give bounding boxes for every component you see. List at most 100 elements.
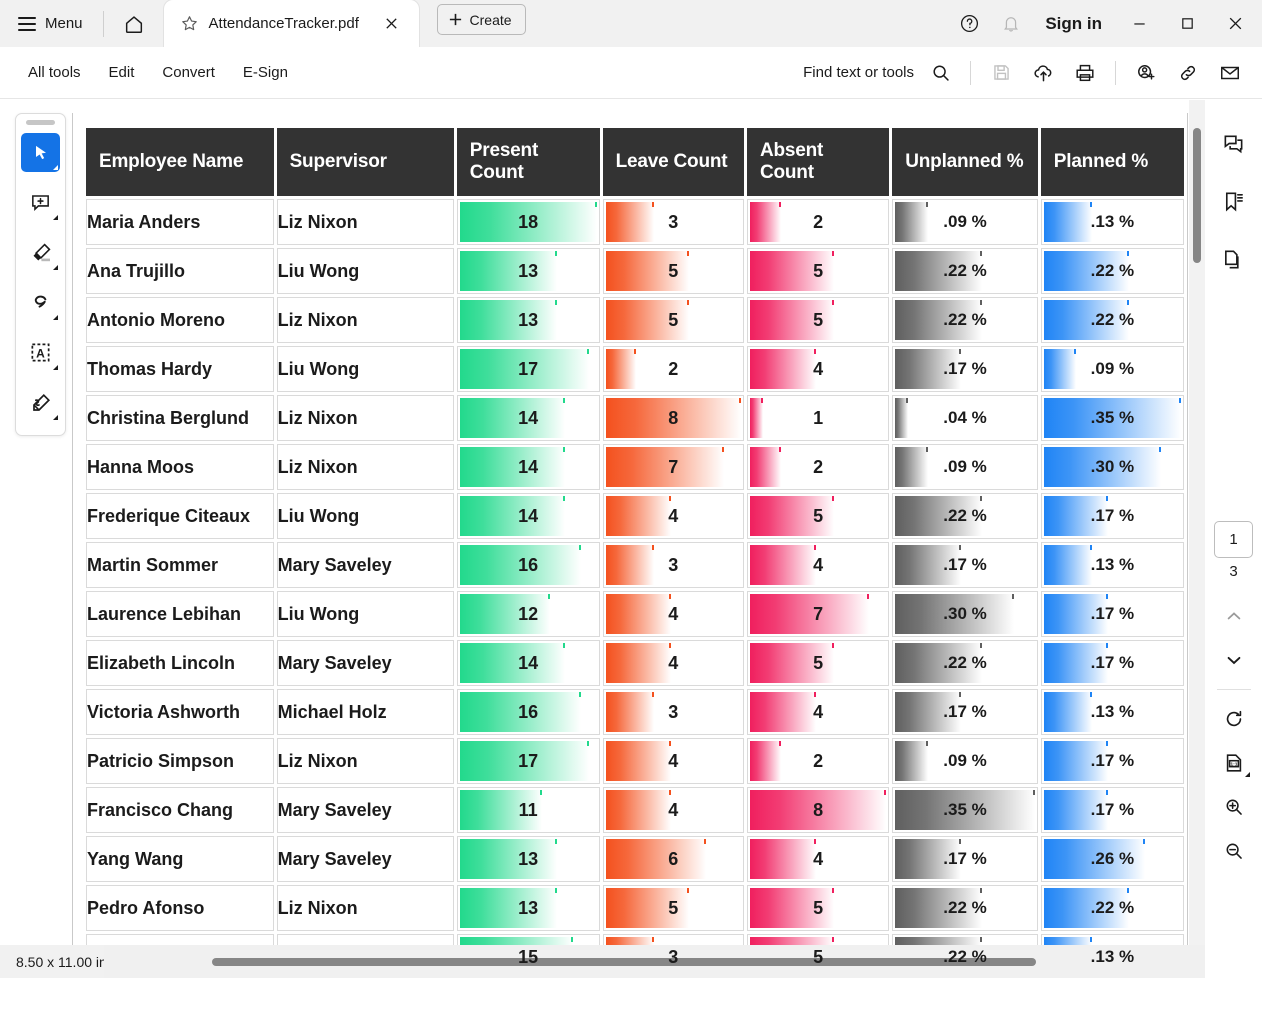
- copy-link-button[interactable]: [1168, 53, 1208, 93]
- zoom-out-button[interactable]: [1212, 829, 1256, 873]
- right-toolbar: 1 3 1:1: [1205, 113, 1262, 1011]
- data-bar-tick: [831, 643, 834, 648]
- email-button[interactable]: [1210, 53, 1250, 93]
- data-bar-tick: [1142, 839, 1145, 844]
- value-leave: 5: [668, 897, 679, 918]
- menu-convert[interactable]: Convert: [148, 57, 229, 88]
- col-absent-count[interactable]: Absent Count: [746, 128, 890, 196]
- table-row: Francisco Chang Mary Saveley 11 4 8 .35 % .17 …: [86, 787, 1184, 833]
- data-bar-tick: [761, 398, 764, 403]
- star-icon[interactable]: [180, 14, 199, 33]
- cell-employee-name: Francisco Chang: [86, 787, 274, 833]
- col-employee-name[interactable]: Employee Name: [86, 128, 274, 196]
- cell-absent: 2: [746, 444, 890, 490]
- cell-planned: .13 %: [1040, 689, 1184, 735]
- col-present-count[interactable]: Present Count: [456, 128, 600, 196]
- cell-absent: 8: [746, 787, 890, 833]
- previous-page-button[interactable]: [1212, 594, 1256, 638]
- cell-leave: 8: [602, 395, 744, 441]
- menu-edit[interactable]: Edit: [95, 57, 149, 88]
- print-button[interactable]: [1065, 53, 1105, 93]
- text-box-tool[interactable]: A: [21, 333, 60, 372]
- find-text-label[interactable]: Find text or tools: [803, 64, 914, 81]
- menu-all-tools[interactable]: All tools: [14, 57, 95, 88]
- toolbar-drag-handle[interactable]: [26, 120, 55, 125]
- comment-tool[interactable]: [21, 183, 60, 222]
- value-leave: 3: [668, 554, 679, 575]
- data-bar-tick: [958, 349, 961, 354]
- highlighter-icon: [33, 242, 51, 261]
- sign-in-button[interactable]: Sign in: [1033, 14, 1114, 34]
- col-planned-pct[interactable]: Planned %: [1040, 128, 1184, 196]
- bookmarks-panel-button[interactable]: [1212, 179, 1256, 223]
- create-button[interactable]: Create: [436, 4, 526, 35]
- cell-unplanned: .35 %: [892, 787, 1038, 833]
- data-bar-tick: [1012, 594, 1015, 599]
- home-button[interactable]: [114, 7, 154, 41]
- cell-unplanned: .17 %: [892, 836, 1038, 882]
- cell-supervisor: Liz Nixon: [276, 199, 454, 245]
- col-leave-count[interactable]: Leave Count: [602, 128, 744, 196]
- minimize-button[interactable]: [1116, 0, 1162, 47]
- cloud-upload-button[interactable]: [1023, 53, 1063, 93]
- next-page-button[interactable]: [1212, 638, 1256, 682]
- maximize-button[interactable]: [1164, 0, 1210, 47]
- svg-text:1:1: 1:1: [1230, 762, 1237, 768]
- toolbar-separator-2: [1115, 60, 1116, 85]
- cell-present: 17: [456, 738, 600, 784]
- value-absent: 4: [813, 701, 824, 722]
- col-supervisor[interactable]: Supervisor: [276, 128, 454, 196]
- cell-supervisor: Liz Nixon: [276, 297, 454, 343]
- page-thumbnails-button[interactable]: [1212, 237, 1256, 281]
- value-absent: 4: [813, 554, 824, 575]
- document-viewport[interactable]: Employee Name Supervisor Present Count L…: [0, 100, 1205, 978]
- data-bar-tick: [979, 643, 982, 648]
- fit-page-icon: 1:1: [1226, 754, 1241, 772]
- table-header-row: Employee Name Supervisor Present Count L…: [86, 128, 1184, 196]
- value-planned: .13 %: [1090, 555, 1135, 574]
- share-with-others-button[interactable]: [1126, 53, 1166, 93]
- cell-present: 16: [456, 689, 600, 735]
- cell-leave: 3: [602, 689, 744, 735]
- data-bar-tick: [586, 741, 589, 746]
- vertical-scrollbar[interactable]: [1189, 100, 1205, 978]
- document-tab[interactable]: AttendanceTracker.pdf: [163, 0, 419, 47]
- cell-absent: 2: [746, 199, 890, 245]
- cell-employee-name: Patricio Simpson: [86, 738, 274, 784]
- bookmark-list-icon: [1225, 192, 1243, 211]
- window-close-button[interactable]: [1212, 0, 1258, 47]
- data-bar-tick: [979, 937, 982, 942]
- signature-pen-icon: [32, 393, 50, 411]
- fit-page-button[interactable]: 1:1: [1212, 741, 1256, 785]
- title-bar: Menu AttendanceTracker.pdf Create Sign i…: [0, 0, 1262, 47]
- notifications-button[interactable]: [991, 4, 1031, 44]
- cell-unplanned: .09 %: [892, 199, 1038, 245]
- col-unplanned-pct[interactable]: Unplanned %: [892, 128, 1038, 196]
- comments-panel-button[interactable]: [1212, 121, 1256, 165]
- search-button[interactable]: [920, 53, 960, 93]
- zoom-in-button[interactable]: [1212, 785, 1256, 829]
- data-bar-tick: [831, 888, 834, 893]
- highlight-tool[interactable]: [21, 233, 60, 272]
- cell-employee-name: Laurence Lebihan: [86, 591, 274, 637]
- tab-close-button[interactable]: [379, 11, 405, 37]
- text-box-icon: A: [31, 343, 50, 362]
- vertical-scrollbar-thumb[interactable]: [1193, 128, 1201, 263]
- rotate-button[interactable]: [1212, 697, 1256, 741]
- draw-tool[interactable]: [21, 283, 60, 322]
- menu-esign[interactable]: E-Sign: [229, 57, 302, 88]
- page-number-input[interactable]: 1: [1214, 521, 1253, 558]
- value-unplanned: .30 %: [943, 604, 987, 623]
- sign-tool[interactable]: [21, 383, 60, 422]
- value-unplanned: .09 %: [943, 457, 987, 476]
- menu-button[interactable]: Menu: [10, 7, 93, 41]
- value-planned: .22 %: [1090, 310, 1135, 329]
- value-leave: 5: [668, 309, 679, 330]
- select-tool[interactable]: [21, 133, 60, 172]
- table-row: Patricio Simpson Liz Nixon 17 4 2 .09 % .17 %: [86, 738, 1184, 784]
- cell-supervisor: Mary Saveley: [276, 836, 454, 882]
- help-button[interactable]: [949, 4, 989, 44]
- save-button[interactable]: [981, 53, 1021, 93]
- data-bar-tick: [926, 741, 929, 746]
- bell-icon: [1004, 16, 1019, 32]
